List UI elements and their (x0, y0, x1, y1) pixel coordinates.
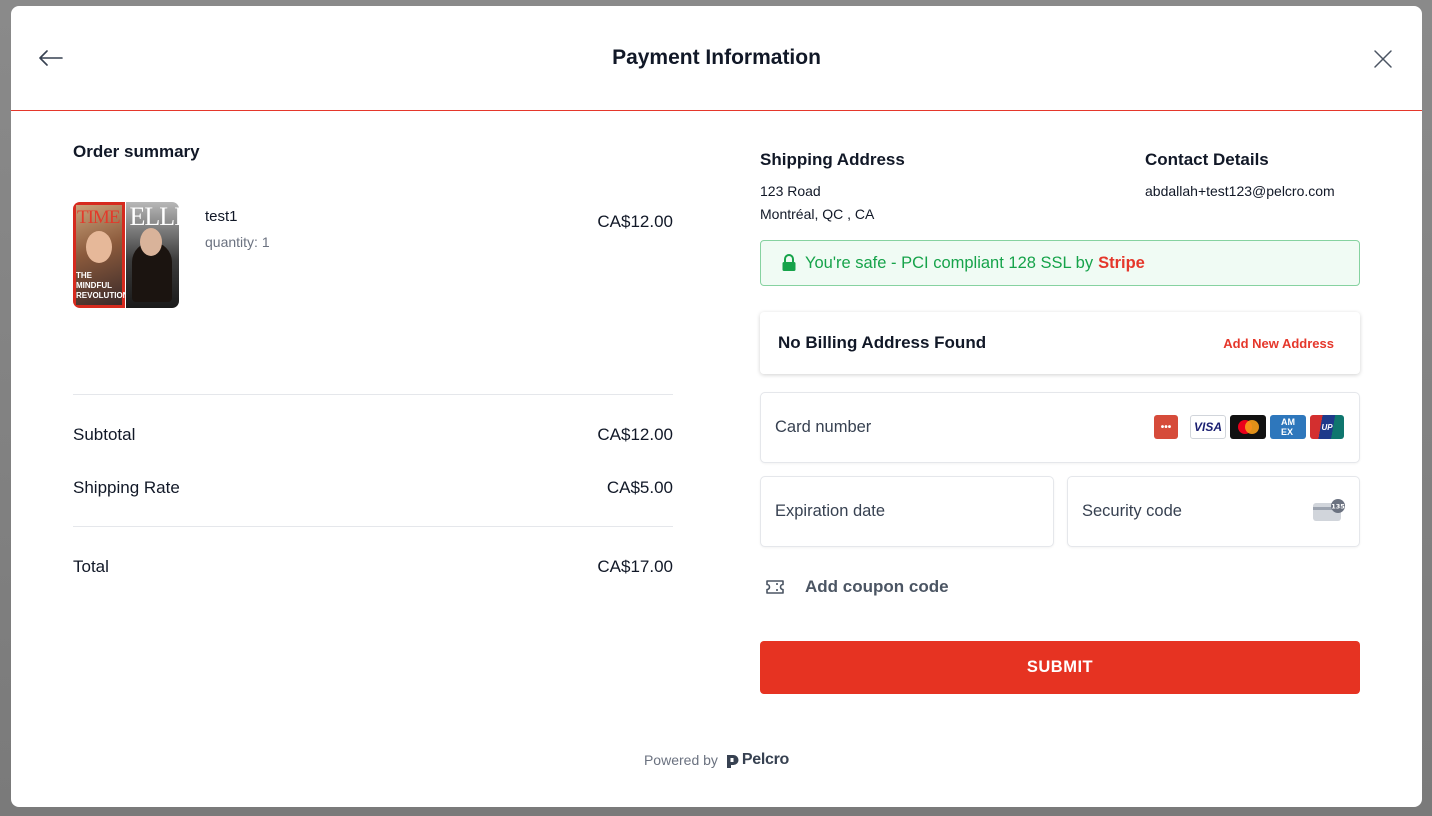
modal-title: Payment Information (612, 46, 821, 69)
powered-by-text: Powered by (643, 752, 718, 768)
expiration-date-field[interactable]: Expiration date (760, 476, 1054, 547)
close-button[interactable] (1370, 46, 1396, 72)
security-text: You're safe - PCI compliant 128 SSL by (805, 253, 1094, 272)
expiration-date-placeholder: Expiration date (775, 502, 886, 520)
billing-address-box: No Billing Address Found Add New Address (760, 312, 1360, 374)
order-item: TIME THE MINDFUL REVOLUTION ELLE test1 q… (73, 202, 673, 362)
amex-icon: AM EX (1270, 415, 1306, 439)
magazine-cover-time: TIME THE MINDFUL REVOLUTION (73, 202, 129, 308)
security-notice: You're safe - PCI compliant 128 SSL by S… (760, 240, 1360, 286)
contact-details: Contact Details abdallah+test123@pelcro.… (1145, 150, 1335, 203)
contact-details-title: Contact Details (1145, 150, 1269, 169)
subtotal-value: CA$12.00 (597, 425, 673, 444)
contact-email: abdallah+test123@pelcro.com (1145, 183, 1335, 199)
card-number-placeholder: Card number (775, 418, 872, 436)
total-label: Total (73, 557, 109, 576)
lock-icon (781, 254, 797, 272)
subtotal-row: Subtotal CA$12.00 (73, 425, 673, 445)
security-code-field[interactable]: Security code 135 (1067, 476, 1360, 547)
order-summary-title: Order summary (73, 142, 200, 161)
shipping-rate-row: Shipping Rate CA$5.00 (73, 478, 673, 498)
generic-card-icon: ••• (1154, 415, 1178, 439)
pelcro-logo: Pelcro (726, 751, 789, 769)
product-quantity: quantity: 1 (205, 234, 270, 250)
total-value: CA$17.00 (597, 557, 673, 576)
submit-button[interactable]: SUBMIT (760, 641, 1360, 694)
pelcro-logo-icon (726, 754, 739, 768)
shipping-address: Shipping Address 123 Road Montréal, QC ,… (760, 150, 905, 226)
mastercard-icon (1230, 415, 1266, 439)
summary-divider (73, 394, 673, 395)
security-code-placeholder: Security code (1082, 502, 1182, 520)
stripe-brand: Stripe (1098, 253, 1145, 272)
card-brand-icons: ••• VISA AM EX UP (1154, 415, 1344, 439)
shipping-address-line2: Montréal, QC , CA (760, 206, 875, 222)
add-coupon-button[interactable]: Add coupon code (765, 577, 949, 597)
modal-header: Payment Information (11, 6, 1422, 111)
svg-text:135: 135 (1331, 503, 1345, 511)
total-divider (73, 526, 673, 527)
close-icon (1374, 50, 1392, 68)
cvc-card-icon: 135 (1313, 499, 1345, 521)
coupon-label: Add coupon code (805, 577, 949, 596)
payment-modal: Payment Information Order summary TIME T… (11, 6, 1422, 807)
unionpay-icon: UP (1310, 415, 1344, 439)
cover-masthead: TIME (77, 207, 120, 228)
ticket-icon (765, 579, 785, 595)
billing-status: No Billing Address Found (778, 333, 987, 352)
product-price: CA$12.00 (597, 212, 673, 231)
cover-masthead: ELLE (129, 202, 179, 231)
shipping-address-line1: 123 Road (760, 183, 821, 199)
card-number-field[interactable]: Card number ••• VISA AM EX UP (760, 392, 1360, 463)
visa-icon: VISA (1190, 415, 1226, 439)
shipping-address-title: Shipping Address (760, 150, 905, 169)
shipping-rate-value: CA$5.00 (606, 478, 673, 497)
magazine-cover-elle: ELLE (125, 202, 179, 308)
cover-face (139, 228, 162, 256)
powered-by-footer: Powered by Pelcro (11, 751, 1422, 769)
product-thumbnail: TIME THE MINDFUL REVOLUTION ELLE (73, 202, 179, 308)
product-name: test1 (205, 208, 238, 225)
total-row: Total CA$17.00 (73, 557, 673, 577)
add-new-address-button[interactable]: Add New Address (1223, 336, 1334, 351)
shipping-rate-label: Shipping Rate (73, 478, 180, 497)
subtotal-label: Subtotal (73, 425, 136, 444)
cover-face (86, 231, 112, 263)
cover-caption: THE MINDFUL REVOLUTION (76, 271, 129, 300)
pelcro-logo-text: Pelcro (741, 751, 790, 768)
order-summary: Order summary TIME THE MINDFUL REVOLUTIO… (73, 142, 673, 577)
